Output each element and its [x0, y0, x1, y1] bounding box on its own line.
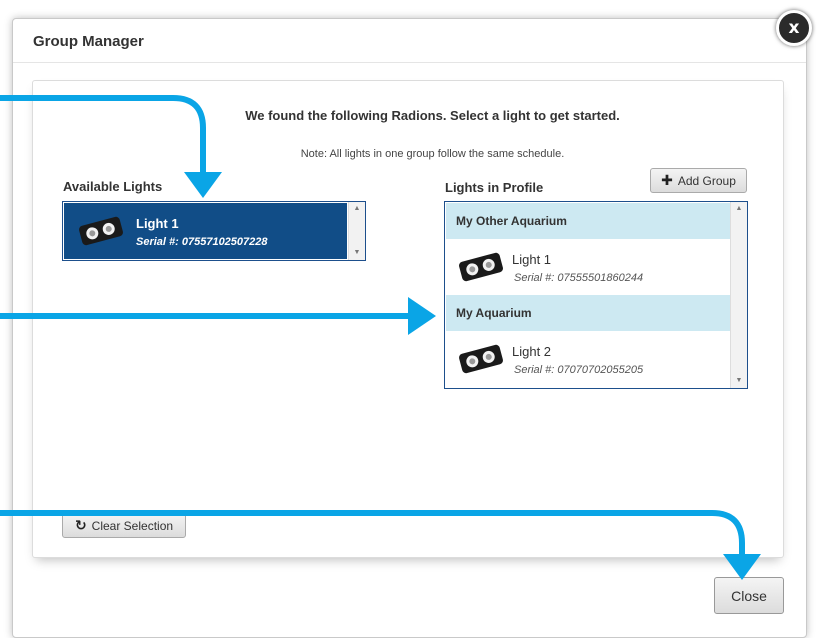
- available-light-item[interactable]: Light 1 Serial #: 07557102507228: [64, 203, 347, 259]
- lights-in-profile-title: Lights in Profile: [445, 180, 544, 195]
- available-list-scrollbar[interactable]: ▲ ▼: [348, 202, 365, 260]
- available-light-name: Light 1: [136, 216, 179, 231]
- radion-light-icon: [459, 344, 503, 374]
- profile-light-item[interactable]: Light 2 Serial #: 07070702055205: [446, 331, 730, 387]
- profile-light-name: Light 2: [512, 344, 552, 359]
- scroll-up-icon[interactable]: ▲: [731, 202, 747, 216]
- profile-light-serial: Serial #: 07555501860244: [514, 272, 644, 284]
- clear-selection-label: Clear Selection: [91, 518, 174, 533]
- available-lights-title: Available Lights: [63, 179, 163, 194]
- available-light-serial: Serial #: 07557102507228: [136, 236, 268, 248]
- schedule-note: Note: All lights in one group follow the…: [300, 148, 565, 160]
- dialog-title: Group Manager: [33, 33, 144, 50]
- close-icon[interactable]: x: [776, 10, 812, 46]
- profile-light-serial: Serial #: 07070702055205: [514, 364, 644, 376]
- add-group-button[interactable]: ✚ Add Group: [650, 168, 747, 193]
- plus-icon: ✚: [661, 172, 673, 188]
- instructions-headline: We found the following Radions. Select a…: [245, 108, 620, 123]
- available-lights-list[interactable]: Light 1 Serial #: 07557102507228 ▲ ▼: [62, 201, 366, 261]
- clear-selection-button[interactable]: ↻ Clear Selection: [62, 513, 186, 538]
- radion-light-icon: [459, 252, 503, 282]
- scroll-up-icon[interactable]: ▲: [349, 202, 365, 216]
- profile-light-item[interactable]: Light 1 Serial #: 07555501860244: [446, 239, 730, 295]
- close-button[interactable]: Close: [714, 577, 784, 614]
- scroll-down-icon[interactable]: ▼: [731, 374, 747, 388]
- radion-light-icon: [79, 216, 123, 246]
- refresh-icon: ↻: [74, 517, 87, 533]
- header-divider: [13, 62, 806, 63]
- profile-list-scrollbar[interactable]: ▲ ▼: [730, 202, 747, 388]
- group-header[interactable]: My Other Aquarium: [446, 203, 730, 239]
- scroll-down-icon[interactable]: ▼: [349, 246, 365, 260]
- lights-in-profile-list[interactable]: My Other Aquarium Light 1 Serial #: 0755…: [444, 201, 748, 389]
- group-header[interactable]: My Aquarium: [446, 295, 730, 331]
- profile-light-name: Light 1: [512, 252, 552, 267]
- add-group-label: Add Group: [677, 173, 736, 188]
